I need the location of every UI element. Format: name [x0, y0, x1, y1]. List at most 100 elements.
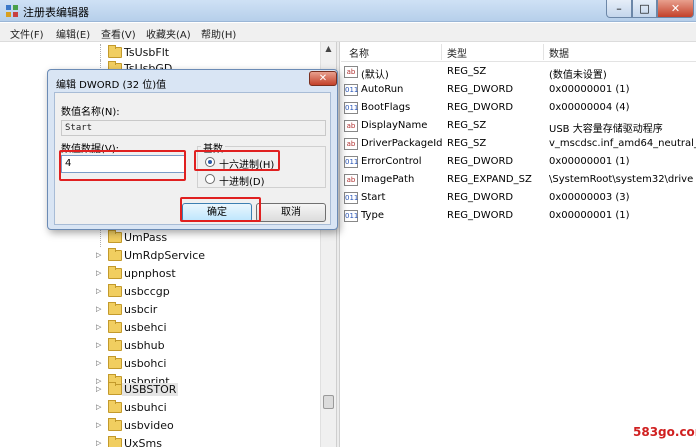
value-type: REG_SZ: [447, 66, 487, 77]
tree-item-usbstor[interactable]: ▷ USBSTOR: [0, 381, 320, 399]
decimal-radio[interactable]: [205, 174, 215, 184]
menu-edit[interactable]: 编辑(E): [56, 26, 90, 41]
column-divider[interactable]: [543, 44, 544, 60]
dialog-title: 编辑 DWORD (32 位)值: [56, 80, 167, 91]
highlight-ok-button: [180, 197, 261, 222]
value-row[interactable]: 011 Type REG_DWORD 0x00000001 (1): [341, 208, 696, 226]
tree-item-label: usbcir: [124, 303, 158, 316]
dword-value-icon: 011: [344, 192, 359, 204]
expand-arrow-icon[interactable]: ▷: [96, 305, 101, 313]
folder-icon: [108, 266, 122, 279]
dword-value-icon: 011: [344, 156, 359, 168]
value-type: REG_SZ: [447, 138, 487, 149]
value-name: ErrorControl: [361, 156, 422, 167]
expand-arrow-icon[interactable]: ▷: [96, 341, 101, 349]
minimize-icon: –: [616, 2, 622, 15]
menu-help[interactable]: 帮助(H): [201, 26, 236, 41]
column-header-data[interactable]: 数据: [549, 45, 569, 60]
tree-item-label: usbccgp: [124, 285, 170, 298]
minimize-button[interactable]: –: [606, 0, 632, 18]
value-data: 0x00000001 (1): [549, 156, 630, 167]
tree-item[interactable]: ▷ usbohci: [0, 355, 320, 373]
tree-item-label: USBSTOR: [122, 383, 179, 396]
value-data: \SystemRoot\system32\drive: [549, 174, 694, 185]
value-row[interactable]: ab DisplayName REG_SZ USB 大容量存储驱动程序: [341, 118, 696, 136]
string-value-icon: ab: [344, 174, 358, 186]
column-divider[interactable]: [441, 44, 442, 60]
expand-arrow-icon[interactable]: ▷: [96, 439, 101, 447]
list-header: 名称 类型 数据: [341, 42, 696, 62]
value-row[interactable]: 011 Start REG_DWORD 0x00000003 (3): [341, 190, 696, 208]
scroll-up-arrow-icon[interactable]: ▲: [321, 44, 336, 58]
string-value-icon: ab: [344, 120, 358, 132]
value-type: REG_DWORD: [447, 84, 514, 95]
registry-editor-icon: [6, 5, 18, 17]
tree-item[interactable]: ▷ usbhub: [0, 337, 320, 355]
column-header-name[interactable]: 名称: [349, 45, 369, 60]
tree-item[interactable]: ▷ usbccgp: [0, 283, 320, 301]
string-value-icon: ab: [344, 66, 358, 78]
folder-icon: [108, 382, 122, 395]
tree-item[interactable]: ▷ UmRdpService: [0, 247, 320, 265]
column-header-type[interactable]: 类型: [447, 45, 467, 60]
folder-icon: [108, 338, 122, 351]
value-type: REG_SZ: [447, 120, 487, 131]
value-row[interactable]: 011 BootFlags REG_DWORD 0x00000004 (4): [341, 100, 696, 118]
value-name: Start: [361, 192, 386, 203]
close-icon: ✕: [670, 2, 681, 15]
expand-arrow-icon[interactable]: ▷: [96, 403, 101, 411]
tree-item-label: usbvideo: [124, 419, 174, 432]
expand-arrow-icon[interactable]: ▷: [96, 251, 101, 259]
tree-item[interactable]: ▷ usbuhci: [0, 399, 320, 417]
folder-icon: [108, 230, 122, 243]
expand-arrow-icon[interactable]: ▷: [96, 385, 101, 393]
menu-file[interactable]: 文件(F): [10, 26, 44, 41]
folder-icon: [108, 45, 122, 58]
tree-item[interactable]: ▷ usbcir: [0, 301, 320, 319]
title-bar[interactable]: 注册表编辑器 – □ ✕: [0, 0, 696, 22]
tree-item[interactable]: ▷ usbvideo: [0, 417, 320, 435]
value-type: REG_DWORD: [447, 210, 514, 221]
dword-value-icon: 011: [344, 84, 359, 96]
tree-item-label: usbohci: [124, 357, 167, 370]
close-icon: ✕: [318, 73, 328, 84]
dialog-close-button[interactable]: ✕: [309, 71, 337, 86]
value-data: (数值未设置): [549, 70, 607, 81]
scroll-thumb[interactable]: [323, 395, 334, 409]
value-row[interactable]: ab ImagePath REG_EXPAND_SZ \SystemRoot\s…: [341, 172, 696, 190]
values-list-pane: 名称 类型 数据 ab (默认) REG_SZ (数值未设置) 011 Auto…: [341, 42, 696, 447]
tree-item-label: UmPass: [124, 231, 168, 244]
menu-view[interactable]: 查看(V): [101, 26, 136, 41]
value-data: v_mscdsc.inf_amd64_neutral_: [549, 138, 696, 149]
expand-arrow-icon[interactable]: ▷: [96, 421, 101, 429]
close-button[interactable]: ✕: [657, 0, 694, 18]
registry-editor-window: 注册表编辑器 – □ ✕ 文件(F) 编辑(E) 查看(V) 收藏夹(A) 帮助…: [0, 0, 696, 447]
highlight-data-input: [59, 150, 186, 181]
value-name: BootFlags: [361, 102, 411, 113]
value-row[interactable]: 011 AutoRun REG_DWORD 0x00000001 (1): [341, 82, 696, 100]
value-row[interactable]: ab (默认) REG_SZ (数值未设置): [341, 64, 696, 82]
dword-value-icon: 011: [344, 102, 359, 114]
tree-item[interactable]: ▷ UxSms: [0, 435, 320, 447]
value-row[interactable]: ab DriverPackageId REG_SZ v_mscdsc.inf_a…: [341, 136, 696, 154]
value-name: (默认): [361, 70, 389, 81]
menu-favorites[interactable]: 收藏夹(A): [146, 26, 191, 41]
value-row[interactable]: 011 ErrorControl REG_DWORD 0x00000001 (1…: [341, 154, 696, 172]
expand-arrow-icon[interactable]: ▷: [96, 269, 101, 277]
maximize-button[interactable]: □: [632, 0, 657, 18]
expand-arrow-icon[interactable]: ▷: [96, 323, 101, 331]
tree-connector: [100, 229, 101, 247]
tree-item[interactable]: ▷ usbehci: [0, 319, 320, 337]
folder-icon: [108, 248, 122, 261]
value-name: DisplayName: [361, 120, 428, 131]
tree-item[interactable]: ▷ upnphost: [0, 265, 320, 283]
expand-arrow-icon[interactable]: ▷: [96, 359, 101, 367]
cancel-button[interactable]: 取消: [256, 203, 326, 222]
menu-bar: 文件(F) 编辑(E) 查看(V) 收藏夹(A) 帮助(H): [0, 23, 696, 42]
folder-icon: [108, 320, 122, 333]
value-type: REG_DWORD: [447, 102, 514, 113]
tree-item[interactable]: UmPass: [0, 229, 320, 247]
value-data: USB 大容量存储驱动程序: [549, 124, 663, 135]
decimal-radio-label[interactable]: 十进制(D): [219, 173, 265, 188]
expand-arrow-icon[interactable]: ▷: [96, 287, 101, 295]
